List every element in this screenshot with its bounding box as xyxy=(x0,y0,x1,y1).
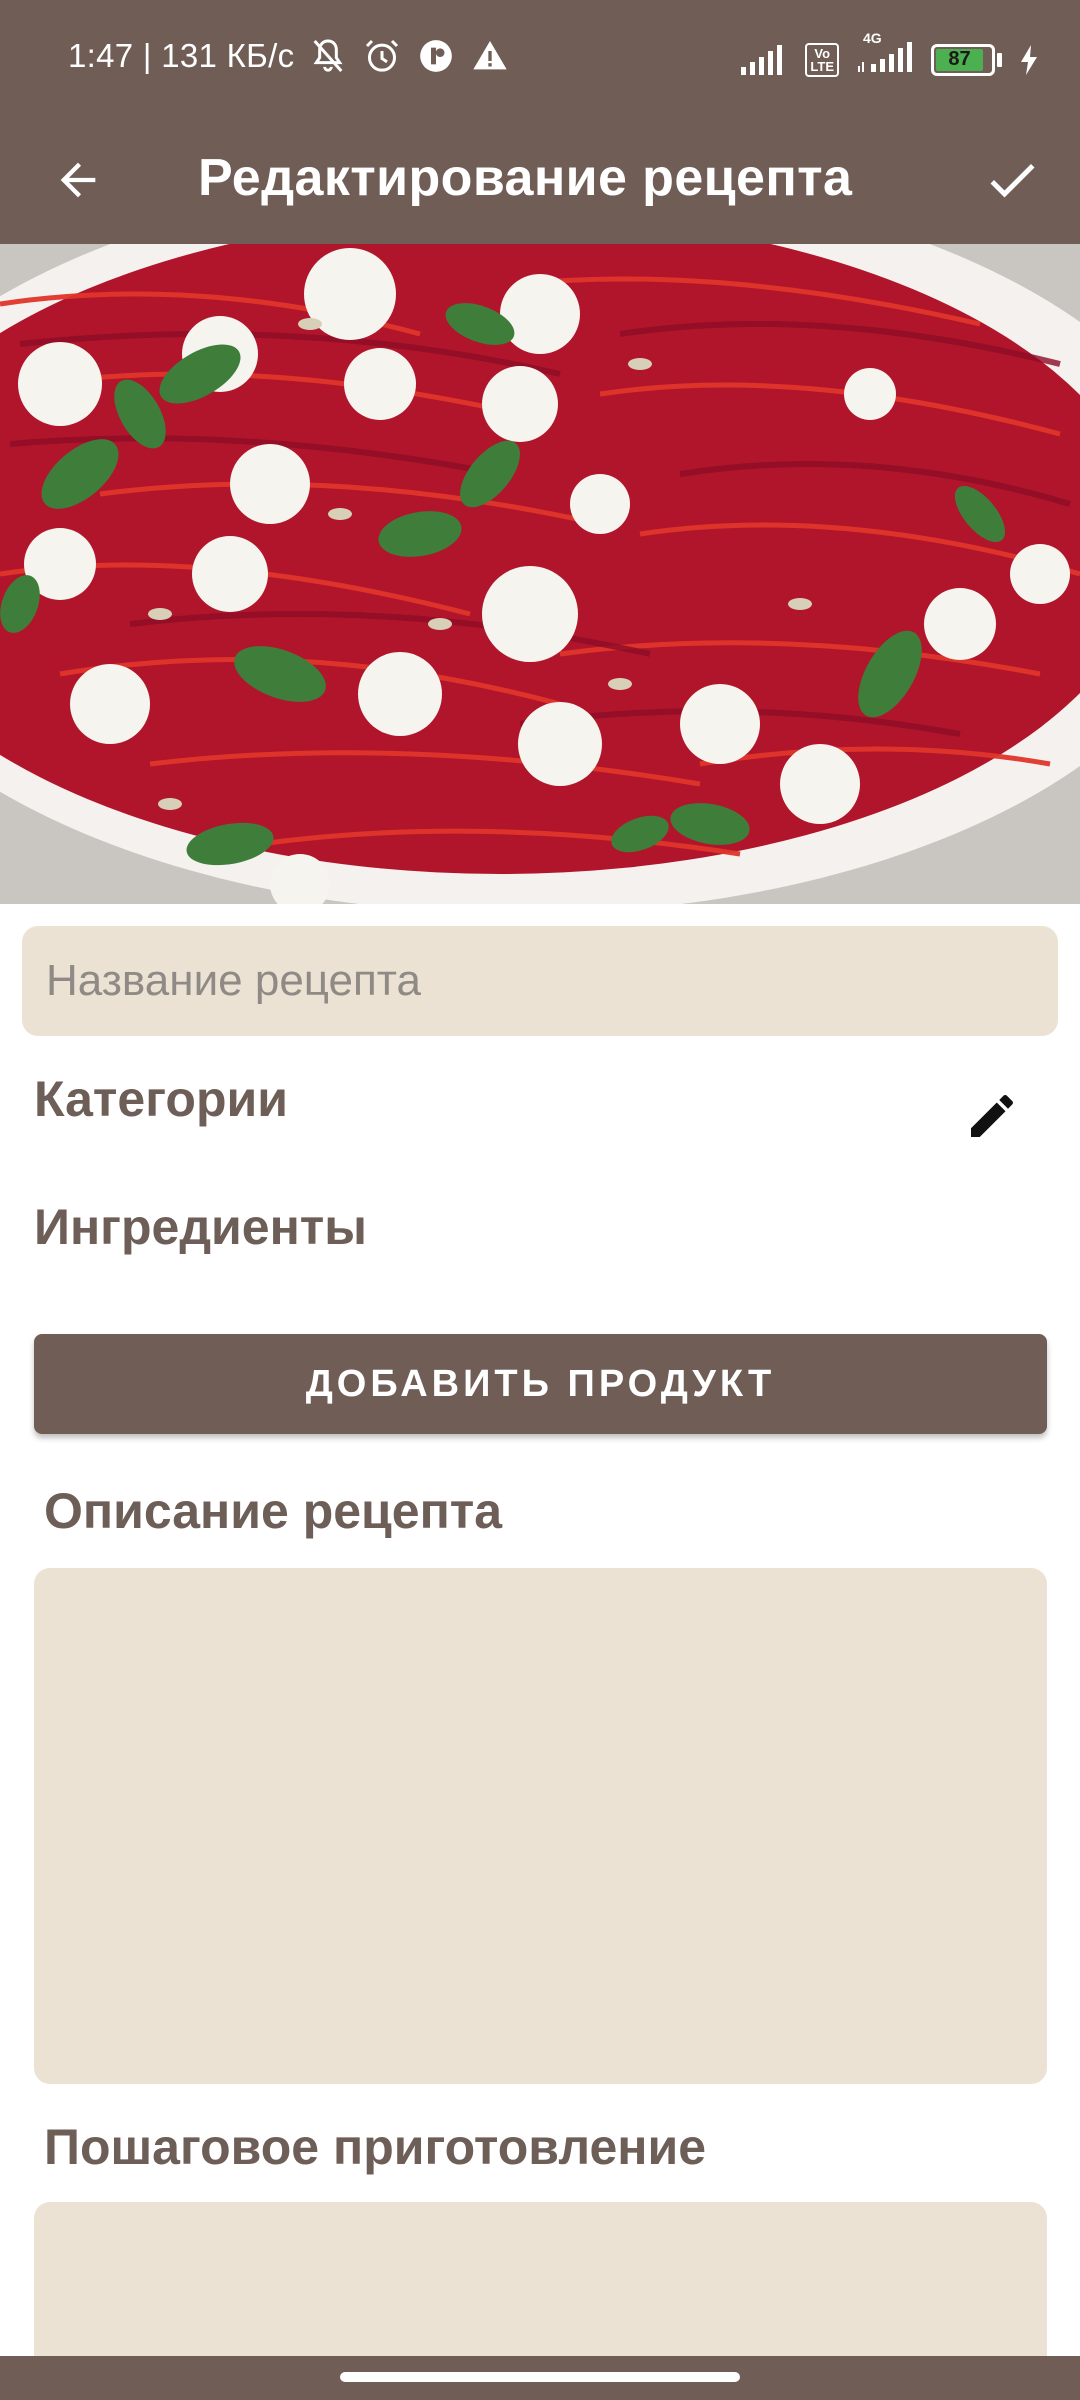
charging-bolt-icon xyxy=(1021,44,1037,75)
gesture-handle[interactable] xyxy=(340,2372,740,2382)
notifications-off-icon xyxy=(313,39,343,72)
recipe-name-input[interactable] xyxy=(22,926,1058,1036)
recipe-photo[interactable] xyxy=(0,244,1080,904)
alarm-icon xyxy=(366,39,399,72)
arrow-back-icon xyxy=(60,162,96,198)
ingredients-label: Ингредиенты xyxy=(34,1199,367,1255)
app-notification-icon xyxy=(420,40,453,72)
battery-cap xyxy=(997,52,1002,67)
volte-badge: Vo LTE xyxy=(805,42,839,77)
page-title: Редактирование рецепта xyxy=(198,149,853,207)
status-bar: 1:47 | 131 КБ/с Vo LTE 4G 87 xyxy=(0,0,1080,120)
battery-indicator: 87 xyxy=(931,43,1002,76)
description-textarea[interactable] xyxy=(34,1568,1047,2084)
network-type-label: 4G xyxy=(863,30,882,46)
pencil-icon xyxy=(971,1094,1013,1137)
add-product-button[interactable]: ДОБАВИТЬ ПРОДУКТ xyxy=(34,1334,1047,1434)
warning-icon xyxy=(473,41,508,70)
battery-body: 87 xyxy=(931,43,995,76)
signal-strength-icon xyxy=(741,44,783,75)
system-nav-bar xyxy=(0,2356,1080,2400)
categories-label: Категории xyxy=(34,1071,288,1127)
steps-label: Пошаговое приготовление xyxy=(44,2119,707,2175)
status-left-group: 1:47 | 131 КБ/с xyxy=(68,36,510,76)
save-button[interactable] xyxy=(972,140,1052,220)
edit-categories-button[interactable] xyxy=(952,1076,1032,1156)
check-icon xyxy=(990,164,1035,198)
battery-level: 87 xyxy=(936,48,983,71)
back-button[interactable] xyxy=(38,140,118,220)
status-right-group: Vo LTE 4G 87 xyxy=(739,30,1040,79)
signal-4g-group: 4G xyxy=(855,30,915,79)
status-time-speed: 1:47 | 131 КБ/с xyxy=(68,37,295,74)
description-label: Описание рецепта xyxy=(44,1483,503,1539)
app-bar: Редактирование рецепта xyxy=(0,120,1080,244)
salad-illustration xyxy=(0,244,1080,904)
